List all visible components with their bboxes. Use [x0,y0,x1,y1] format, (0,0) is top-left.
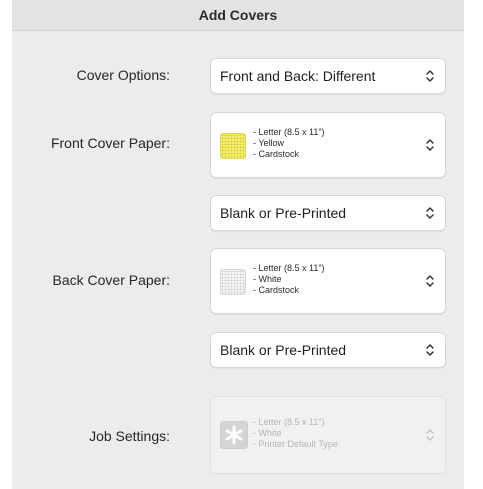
back-print-mode-popup[interactable]: Blank or Pre-Printed [210,332,446,368]
paper-color-line: - White [253,274,282,284]
back-cover-paper-description: - Letter (8.5 x 11") - White - Cardstock [253,263,325,296]
up-down-chevron-icon [426,429,434,441]
white-paper-swatch-icon [220,269,246,295]
job-settings-label: Job Settings: [89,428,170,444]
back-cover-paper-label: Back Cover Paper: [52,272,171,288]
back-print-mode-value: Blank or Pre-Printed [220,342,347,358]
front-print-mode-value: Blank or Pre-Printed [220,205,347,221]
paper-type-line: - Cardstock [253,149,300,159]
job-settings-description: - Letter (8.5 x 11") - White - Printer D… [253,417,338,450]
up-down-chevron-icon [426,139,434,151]
paper-type-line: - Printer Default Type [253,439,338,449]
add-covers-sheet: Add Covers Cover Options: Front and Back… [12,0,464,489]
paper-type-line: - Cardstock [253,285,300,295]
up-down-chevron-icon [426,275,434,287]
paper-size-line: - Letter (8.5 x 11") [253,263,325,273]
paper-color-line: - Yellow [253,138,285,148]
up-down-chevron-icon [426,70,434,82]
job-settings-popup[interactable]: - Letter (8.5 x 11") - White - Printer D… [210,396,446,474]
paper-color-line: - White [253,428,282,438]
front-cover-paper-description: - Letter (8.5 x 11") - Yellow - Cardstoc… [253,127,325,160]
back-cover-paper-popup[interactable]: - Letter (8.5 x 11") - White - Cardstock [210,248,446,314]
front-cover-paper-popup[interactable]: - Letter (8.5 x 11") - Yellow - Cardstoc… [210,112,446,178]
up-down-chevron-icon [426,344,434,356]
front-cover-paper-label: Front Cover Paper: [50,135,170,151]
asterisk-icon [220,421,248,449]
window-title: Add Covers [198,7,278,23]
cover-options-value: Front and Back: Different [220,68,376,84]
paper-size-line: - Letter (8.5 x 11") [253,127,325,137]
cover-options-label: Cover Options: [76,67,170,83]
cover-options-popup[interactable]: Front and Back: Different [210,58,446,94]
front-print-mode-popup[interactable]: Blank or Pre-Printed [210,195,446,231]
title-bar: Add Covers [12,0,464,31]
up-down-chevron-icon [426,207,434,219]
paper-size-line: - Letter (8.5 x 11") [253,417,325,427]
yellow-paper-swatch-icon [220,133,246,159]
